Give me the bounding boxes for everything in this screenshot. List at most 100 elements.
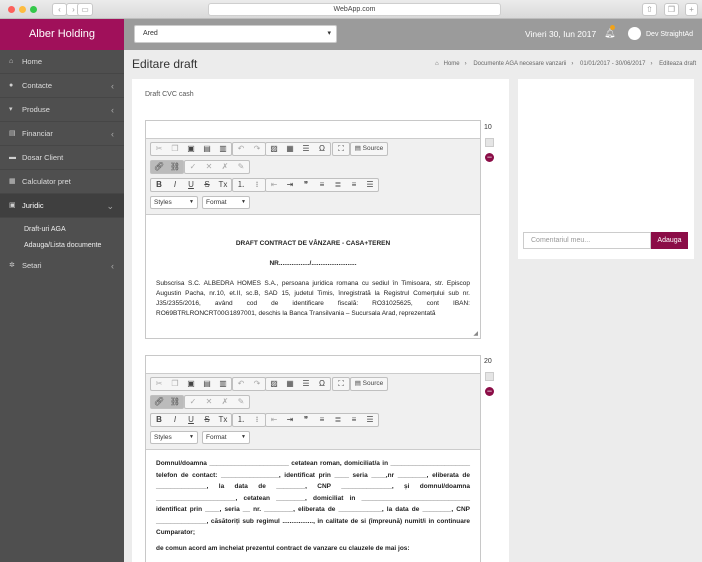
editor-title-field[interactable]	[146, 356, 480, 374]
brand-logo[interactable]: Alber Holding	[0, 19, 124, 50]
paste-icon[interactable]: ▣	[183, 143, 199, 155]
align-right-icon[interactable]: ≡	[346, 414, 362, 426]
link-icon[interactable]: 🔗︎	[151, 161, 167, 173]
address-bar[interactable]: WebApp.com	[208, 3, 501, 16]
cut-icon[interactable]: ✂	[151, 378, 167, 390]
special-char-icon[interactable]: Ω	[314, 143, 330, 155]
table-icon[interactable]: ▦	[282, 378, 298, 390]
resize-handle-icon[interactable]: ◢	[473, 330, 478, 337]
numbered-list-icon[interactable]: ⒈	[233, 179, 249, 191]
remove-section-icon[interactable]: −	[485, 387, 494, 396]
sidebar-item-produse[interactable]: ▾ Produse ‹	[0, 98, 124, 122]
bell-icon[interactable]: 🔔︎	[604, 28, 616, 40]
justify-icon[interactable]: ☰	[362, 179, 378, 191]
subscript-icon[interactable]: ✗	[217, 161, 233, 173]
subscript-icon[interactable]: ✗	[217, 396, 233, 408]
blockquote-icon[interactable]: ❞	[298, 414, 314, 426]
align-center-icon[interactable]: ≣	[330, 179, 346, 191]
share-icon[interactable]: ⇧	[642, 3, 657, 16]
unlink-icon[interactable]: ⛓	[167, 161, 183, 173]
indent-icon[interactable]: ⇥	[282, 179, 298, 191]
table-icon[interactable]: ▦	[282, 143, 298, 155]
format-dropdown[interactable]: Format ▼	[202, 196, 250, 209]
align-left-icon[interactable]: ≡	[314, 414, 330, 426]
spellcheck-icon[interactable]: ✓	[185, 396, 201, 408]
bullet-list-icon[interactable]: ⁝	[249, 179, 265, 191]
underline-icon[interactable]: U	[183, 179, 199, 191]
editor-content[interactable]: Domnul/doamna ______________________ cet…	[146, 450, 480, 559]
underline-icon[interactable]: U	[183, 414, 199, 426]
rich-text-editor[interactable]: ✂ ❐ ▣ ▤ ▥ ↶ ↷ ▨ ▦ ☰ Ω ⛶ ▤ Source 🔗︎ ⛓ ✓ ✕ ✗ ✎	[145, 355, 481, 562]
clear-format-icon[interactable]: Tx	[215, 414, 231, 426]
sidebar-subitem-drafturi-aga[interactable]: Draft-uri AGA	[0, 222, 124, 238]
copy-icon[interactable]: ❐	[167, 378, 183, 390]
company-select[interactable]: Ared ▾	[134, 25, 337, 43]
remove-section-icon[interactable]: −	[485, 153, 494, 162]
outdent-icon[interactable]: ⇤	[266, 414, 282, 426]
sidebar-item-dosar-client[interactable]: ▬ Dosar Client	[0, 146, 124, 170]
styles-dropdown[interactable]: Styles ▼	[150, 196, 198, 209]
bold-icon[interactable]: B	[151, 179, 167, 191]
maximize-window-button[interactable]	[30, 6, 37, 13]
sidebar-item-calculator-pret[interactable]: ▦ Calculator pret	[0, 170, 124, 194]
copy-icon[interactable]: ❐	[167, 143, 183, 155]
strikethrough-icon[interactable]: S	[199, 179, 215, 191]
paste-word-icon[interactable]: ▥	[215, 378, 231, 390]
undo-icon[interactable]: ↶	[233, 378, 249, 390]
paste-icon[interactable]: ▣	[183, 378, 199, 390]
breadcrumb-documente[interactable]: Documente AGA necesare vanzarii	[473, 61, 566, 67]
strikethrough-icon[interactable]: S	[199, 414, 215, 426]
format-dropdown[interactable]: Format ▼	[202, 431, 250, 444]
breadcrumb-period[interactable]: 01/01/2017 - 30/06/2017	[580, 61, 645, 67]
close-window-button[interactable]	[8, 6, 15, 13]
numbered-list-icon[interactable]: ⒈	[233, 414, 249, 426]
styles-dropdown[interactable]: Styles ▼	[150, 431, 198, 444]
align-right-icon[interactable]: ≡	[346, 179, 362, 191]
cut-icon[interactable]: ✂	[151, 143, 167, 155]
comment-input[interactable]: Comentariul meu...	[523, 232, 651, 249]
blockquote-icon[interactable]: ❞	[298, 179, 314, 191]
undo-icon[interactable]: ↶	[233, 143, 249, 155]
image-icon[interactable]: ▨	[266, 143, 282, 155]
paste-word-icon[interactable]: ▥	[215, 143, 231, 155]
outdent-icon[interactable]: ⇤	[266, 179, 282, 191]
redo-icon[interactable]: ↷	[249, 143, 265, 155]
remove-format-icon[interactable]: ✕	[201, 396, 217, 408]
tabs-icon[interactable]: ❐	[664, 3, 679, 16]
italic-icon[interactable]: I	[167, 179, 183, 191]
source-button[interactable]: ▤ Source	[351, 378, 387, 390]
paste-text-icon[interactable]: ▤	[199, 378, 215, 390]
rich-text-editor[interactable]: ✂ ❐ ▣ ▤ ▥ ↶ ↷ ▨ ▦ ☰ Ω ⛶ ▤ Source 🔗︎ ⛓ ✓ ✕ ✗ ✎	[145, 120, 481, 339]
sidebar-toggle-icon[interactable]: ▭	[77, 3, 93, 16]
add-comment-button[interactable]: Adauga	[651, 232, 688, 249]
special-char-icon[interactable]: Ω	[314, 378, 330, 390]
align-left-icon[interactable]: ≡	[314, 179, 330, 191]
new-tab-button[interactable]: +	[685, 3, 698, 16]
clear-format-icon[interactable]: Tx	[215, 179, 231, 191]
select-checkbox[interactable]	[485, 372, 494, 381]
sidebar-item-juridic[interactable]: ▣ Juridic ⌄	[0, 194, 124, 218]
sidebar-subitem-adauga-lista-documente[interactable]: Adauga/Lista documente	[0, 238, 124, 254]
maximize-icon[interactable]: ⛶	[333, 143, 349, 155]
select-checkbox[interactable]	[485, 138, 494, 147]
avatar[interactable]	[628, 27, 641, 40]
image-icon[interactable]: ▨	[266, 378, 282, 390]
user-name[interactable]: Dev StraightAd	[646, 19, 693, 50]
redo-icon[interactable]: ↷	[249, 378, 265, 390]
superscript-icon[interactable]: ✎	[233, 396, 249, 408]
link-icon[interactable]: 🔗︎	[151, 396, 167, 408]
maximize-icon[interactable]: ⛶	[333, 378, 349, 390]
superscript-icon[interactable]: ✎	[233, 161, 249, 173]
indent-icon[interactable]: ⇥	[282, 414, 298, 426]
source-button[interactable]: ▤ Source	[351, 143, 387, 155]
editor-title-field[interactable]	[146, 121, 480, 139]
sidebar-item-contacte[interactable]: ● Contacte ‹	[0, 74, 124, 98]
bullet-list-icon[interactable]: ⁝	[249, 414, 265, 426]
minimize-window-button[interactable]	[19, 6, 26, 13]
unlink-icon[interactable]: ⛓	[167, 396, 183, 408]
sidebar-item-home[interactable]: ⌂ Home	[0, 50, 124, 74]
justify-icon[interactable]: ☰	[362, 414, 378, 426]
paste-text-icon[interactable]: ▤	[199, 143, 215, 155]
horizontal-line-icon[interactable]: ☰	[298, 378, 314, 390]
sidebar-item-setari[interactable]: ✲ Setari ‹	[0, 254, 124, 278]
